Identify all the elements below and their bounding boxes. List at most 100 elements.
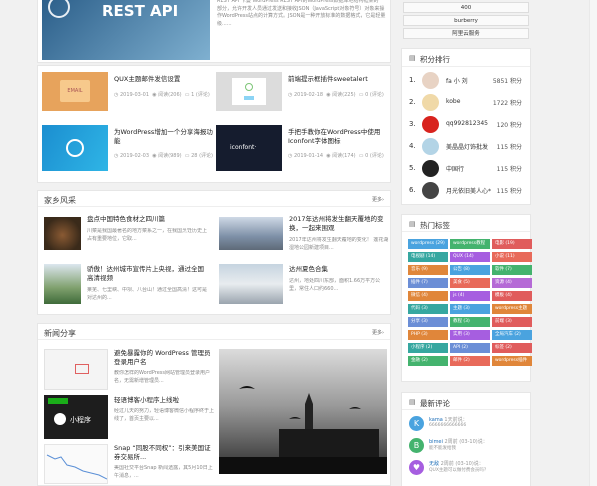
tag-chip[interactable]: 实用 (3) bbox=[450, 330, 490, 340]
more-link[interactable]: 更多› bbox=[372, 329, 384, 336]
widget-title: 最新评论 bbox=[420, 399, 450, 408]
post-title[interactable]: 手把手教你在WordPress中使用Iconfont字体图标 bbox=[288, 128, 388, 146]
post-title[interactable]: 盘点中国特色食材之四川篇 bbox=[87, 215, 209, 224]
post-grid: EMAIL QUX主题邮件发信设置 ◷ 2019-03-01 ◉ 阅读(206)… bbox=[37, 65, 391, 183]
tag-chip[interactable]: wordpress插件 bbox=[492, 356, 532, 366]
featured-post: REST API REST API 卡曼 WordPress REST API的… bbox=[37, 0, 391, 63]
tag-chip[interactable]: wordpress主题 bbox=[492, 304, 532, 314]
featured-news-image[interactable] bbox=[219, 349, 387, 474]
tag-chip[interactable]: 小说 (11) bbox=[492, 252, 532, 262]
mini-program-icon bbox=[54, 413, 66, 425]
post-meta: ◷ 2019-02-03 ◉ 阅读(989) ▭ 28 (评论) bbox=[114, 153, 213, 159]
tag-chip[interactable]: API (2) bbox=[450, 343, 490, 353]
post-thumb[interactable] bbox=[219, 264, 283, 304]
more-link[interactable]: 更多› bbox=[372, 196, 384, 203]
points-value: 5851 积分 bbox=[492, 78, 522, 85]
user-name[interactable]: kobe bbox=[446, 98, 460, 105]
tag-chip[interactable]: 教程 (3) bbox=[450, 317, 490, 327]
tag-chip[interactable]: 软件 (7) bbox=[492, 265, 532, 275]
wordpress-logo-icon bbox=[66, 139, 84, 157]
user-name[interactable]: 月光依旧美人心* bbox=[446, 186, 491, 195]
ranking-row[interactable]: 3. qq992812345 120 积分 bbox=[402, 114, 530, 136]
tag-chip[interactable]: 电影 (19) bbox=[492, 239, 532, 249]
tag-chip[interactable]: 电视剧 (14) bbox=[408, 252, 448, 262]
ranking-row[interactable]: 5. 中国行 115 积分 bbox=[402, 158, 530, 180]
post-title[interactable]: 为WordPress增加一个分享海报功能 bbox=[114, 128, 214, 146]
tag-chip[interactable]: 小程序 (2) bbox=[408, 343, 448, 353]
user-name[interactable]: 美晶晶灯饰批发 bbox=[446, 142, 488, 151]
tag-chip[interactable]: 公告 (8) bbox=[450, 265, 490, 275]
tag-chip[interactable]: 前端 (3) bbox=[492, 317, 532, 327]
user-name[interactable]: qq992812345 bbox=[446, 120, 488, 127]
featured-excerpt: REST API 卡曼 WordPress REST API的WordPress… bbox=[217, 0, 386, 27]
points-value: 1722 积分 bbox=[492, 100, 522, 107]
tag-chip[interactable]: 微信 (4) bbox=[408, 291, 448, 301]
tag-chip[interactable]: 邮件 (2) bbox=[450, 356, 490, 366]
tag-chip[interactable]: 代码 (3) bbox=[408, 304, 448, 314]
post-thumb[interactable]: EMAIL bbox=[42, 72, 108, 111]
tag-chip[interactable]: QUX (14) bbox=[450, 252, 490, 262]
tag-chip[interactable]: wordpress (29) bbox=[408, 239, 448, 249]
post-excerpt: 2017年达州将发生翻天覆地的变化！ 莲花湖湿地公园新建项目... bbox=[289, 237, 389, 251]
rank-number: 1. bbox=[409, 76, 416, 84]
tag-chip[interactable]: 主题 (3) bbox=[450, 304, 490, 314]
comment-author[interactable]: kama 1天前说： bbox=[429, 416, 468, 423]
stock-chart-icon bbox=[46, 454, 107, 480]
ranking-header: ▤ 积分排行 bbox=[402, 49, 530, 67]
tag-chip[interactable]: 音乐 (9) bbox=[408, 265, 448, 275]
post-thumb[interactable] bbox=[44, 444, 108, 484]
tag-chip[interactable]: 资源 (4) bbox=[492, 278, 532, 288]
tag-chip[interactable]: 美食 (5) bbox=[450, 278, 490, 288]
post-title[interactable]: Snap “同股不同权”：引来美国证券交易所... bbox=[114, 444, 214, 462]
iconfont-logo: iconfont· bbox=[230, 144, 257, 151]
post-title[interactable]: 2017年达州将发生翻天覆地的变换，一起来围观 bbox=[289, 215, 389, 233]
post-thumb[interactable] bbox=[42, 125, 108, 171]
avatar[interactable] bbox=[422, 138, 439, 155]
tag-chip[interactable]: 分享 (3) bbox=[408, 317, 448, 327]
avatar[interactable] bbox=[422, 94, 439, 111]
post-thumb[interactable]: 小程序 bbox=[44, 395, 108, 439]
tag-chip[interactable]: 金融 (2) bbox=[408, 356, 448, 366]
tag-chip[interactable]: 标签 (2) bbox=[492, 343, 532, 353]
tag-chip[interactable]: js (4) bbox=[450, 291, 490, 301]
post-thumb[interactable] bbox=[44, 264, 81, 304]
scrollbar-track[interactable] bbox=[589, 0, 597, 486]
avatar[interactable] bbox=[422, 116, 439, 133]
user-name[interactable]: fa 小 刘 bbox=[446, 76, 468, 85]
post-thumb[interactable] bbox=[44, 349, 108, 390]
post-title[interactable]: QUX主题邮件发信设置 bbox=[114, 75, 214, 84]
points-value: 115 积分 bbox=[496, 188, 522, 195]
tag-chip[interactable]: wordpress教程 bbox=[450, 239, 490, 249]
tag-chip[interactable]: 插件 (7) bbox=[408, 278, 448, 288]
top-pill-item[interactable]: 400 bbox=[403, 2, 529, 13]
avatar[interactable] bbox=[422, 160, 439, 177]
ranking-row[interactable]: 1. fa 小 刘 5851 积分 bbox=[402, 70, 530, 92]
user-name[interactable]: 中国行 bbox=[446, 164, 464, 173]
tag-chip[interactable]: 全局汽车 (2) bbox=[492, 330, 532, 340]
post-thumb[interactable] bbox=[216, 72, 282, 111]
avatar[interactable] bbox=[422, 182, 439, 199]
comment-author[interactable]: 无敌 2周前 (03-10)说： bbox=[429, 460, 484, 467]
post-title[interactable]: 骄傲！达州城市宣传片上央视，通过全国高清视频 bbox=[87, 265, 209, 283]
featured-thumb[interactable]: REST API bbox=[42, 0, 210, 60]
avatar[interactable] bbox=[422, 72, 439, 89]
avatar[interactable]: K bbox=[409, 416, 424, 431]
post-thumb[interactable] bbox=[44, 217, 81, 250]
ranking-row[interactable]: 6. 月光依旧美人心* 115 积分 bbox=[402, 180, 530, 202]
ranking-row[interactable]: 2. kobe 1722 积分 bbox=[402, 92, 530, 114]
post-thumb[interactable] bbox=[219, 217, 283, 250]
avatar[interactable]: ♥ bbox=[409, 460, 424, 475]
post-title[interactable]: 达州夏色合集 bbox=[289, 265, 389, 274]
section-header: 家乡风采 更多› bbox=[38, 191, 390, 207]
top-pill-item[interactable]: burberry bbox=[403, 15, 529, 26]
post-title[interactable]: 前端提示框插件sweetalert bbox=[288, 75, 388, 84]
post-title[interactable]: 避免暴露你的 WordPress 管理员登录用户名 bbox=[114, 349, 214, 367]
avatar[interactable]: B bbox=[409, 438, 424, 453]
tag-chip[interactable]: PHP (3) bbox=[408, 330, 448, 340]
top-pill-item[interactable]: 阿里云服务 bbox=[403, 28, 529, 39]
post-title[interactable]: 轻语博客小程序上线啦 bbox=[114, 396, 214, 405]
post-thumb[interactable]: iconfont· bbox=[216, 125, 282, 171]
tag-chip[interactable]: 模板 (4) bbox=[492, 291, 532, 301]
ranking-row[interactable]: 4. 美晶晶灯饰批发 115 积分 bbox=[402, 136, 530, 158]
comment-author[interactable]: bimei 2周前 (03-10)说： bbox=[429, 438, 488, 445]
